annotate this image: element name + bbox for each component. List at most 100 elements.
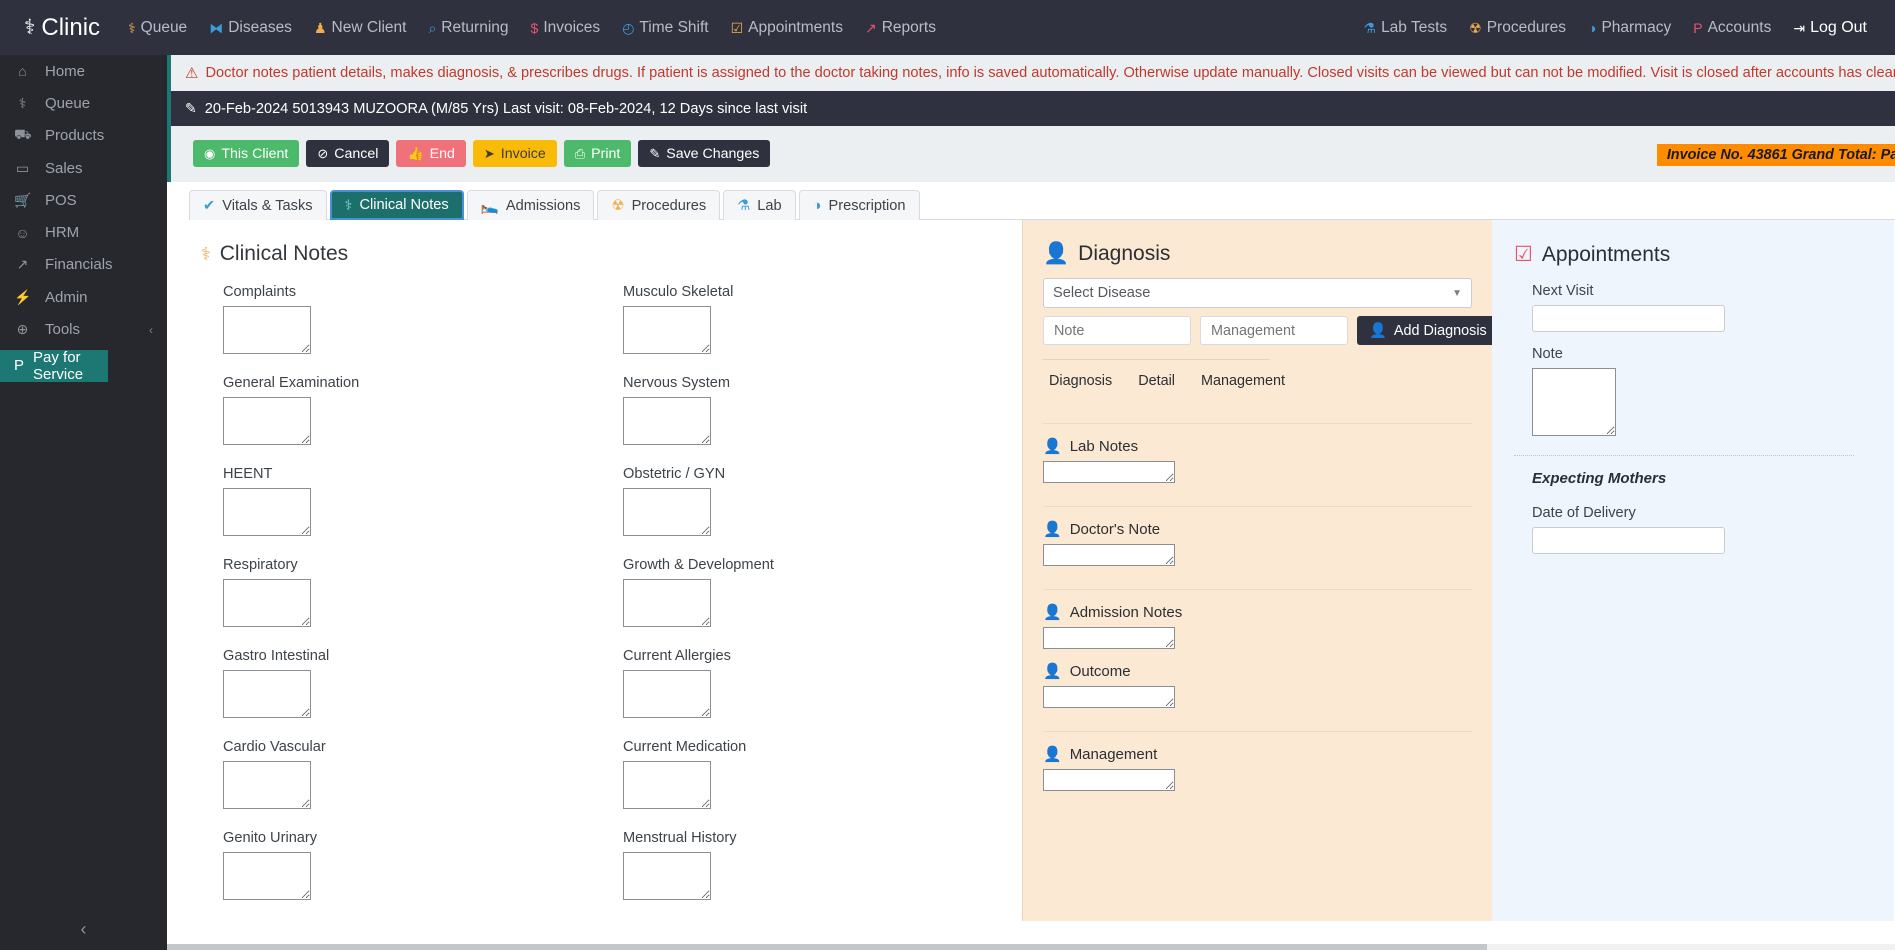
tab-content-panel: ⚕ Clinical Notes Complaints General Exam… (167, 220, 1895, 921)
menstrual-history-textarea[interactable] (623, 852, 711, 900)
nav-label: Pharmacy (1601, 18, 1672, 36)
musculo-skeletal-textarea[interactable] (623, 306, 711, 354)
user-check-icon: 👤 (1043, 242, 1070, 265)
nav-label: Time Shift (639, 18, 709, 36)
sidebar-item-queue[interactable]: ⚕ Queue (0, 87, 167, 119)
sidebar-collapse-toggle[interactable]: ‹ (0, 919, 167, 940)
nav-item-invoices[interactable]: $ Invoices (521, 13, 611, 43)
select-disease-dropdown[interactable]: Select Disease ▼ (1043, 278, 1472, 308)
tab-label: Prescription (828, 197, 906, 214)
this-client-button[interactable]: ◉ This Client (193, 140, 300, 167)
sidebar-item-label: Sales (45, 159, 83, 177)
outcome-block: 👤 Outcome (1043, 654, 1472, 713)
nav-item-diseases[interactable]: ⧓ Diseases (199, 13, 302, 43)
doctors-note-textarea[interactable] (1043, 544, 1175, 566)
diagnosis-title: 👤 Diagnosis (1043, 242, 1472, 266)
nav-item-appointments[interactable]: ☑ Appointments (721, 13, 853, 43)
nav-item-time-shift[interactable]: ◴ Time Shift (612, 13, 718, 43)
management-textarea[interactable] (1043, 769, 1175, 791)
current-medication-textarea[interactable] (623, 761, 711, 809)
horizontal-scrollbar[interactable] (167, 944, 1895, 950)
field-genito-urinary: Genito Urinary (223, 830, 589, 905)
nav-item-lab-tests[interactable]: ⚗ Lab Tests (1354, 13, 1458, 43)
nav-item-pharmacy[interactable]: ◑ Pharmacy (1578, 13, 1681, 43)
tab-vitals-tasks[interactable]: ✔ Vitals & Tasks (189, 190, 327, 220)
logout-button[interactable]: ⇥ Log Out (1783, 13, 1877, 43)
end-button[interactable]: 👍 End (396, 140, 466, 167)
column-header-detail: Detail (1138, 373, 1175, 389)
growth-development-textarea[interactable] (623, 579, 711, 627)
cardio-vascular-textarea[interactable] (223, 761, 311, 809)
tab-clinical-notes[interactable]: ⚕ Clinical Notes (329, 190, 464, 220)
stethoscope-icon: ⚕ (24, 16, 36, 39)
field-label: Obstetric / GYN (623, 466, 726, 482)
field-label: Respiratory (223, 557, 298, 573)
page-title: Clinical Notes (219, 242, 349, 265)
gastro-intestinal-textarea[interactable] (223, 670, 311, 718)
diagnosis-management-input[interactable] (1200, 316, 1348, 345)
field-nervous-system: Nervous System (623, 375, 989, 450)
genito-urinary-textarea[interactable] (223, 852, 311, 900)
field-current-allergies: Current Allergies (623, 648, 989, 723)
respiratory-textarea[interactable] (223, 579, 311, 627)
calendar-check-icon: ☑ (730, 19, 744, 36)
clock-icon: ◴ (622, 19, 635, 36)
field-label: Menstrual History (623, 830, 737, 846)
microscope-icon: ⚗ (1363, 19, 1377, 36)
sidebar-item-hrm[interactable]: ☺ HRM (0, 216, 167, 248)
add-diagnosis-button[interactable]: 👤 Add Diagnosis (1357, 316, 1499, 345)
edit-icon[interactable]: ✎ (185, 100, 197, 117)
tab-admissions[interactable]: 🛌 Admissions (466, 190, 595, 220)
nervous-system-textarea[interactable] (623, 397, 711, 445)
lab-notes-textarea[interactable] (1043, 461, 1175, 483)
nav-item-queue[interactable]: ⚕ Queue (118, 13, 197, 43)
sidebar-item-sales[interactable]: ▭ Sales (0, 152, 167, 184)
admission-notes-textarea[interactable] (1043, 627, 1175, 649)
clinical-notes-section: ⚕ Clinical Notes Complaints General Exam… (167, 220, 1022, 921)
heent-textarea[interactable] (223, 488, 311, 536)
scrollbar-thumb[interactable] (167, 944, 1487, 950)
tab-procedures[interactable]: ☢ Procedures (597, 190, 721, 220)
print-button[interactable]: ⎙ Print (563, 140, 632, 167)
field-label: Genito Urinary (223, 830, 318, 846)
obstetric-gyn-textarea[interactable] (623, 488, 711, 536)
cancel-button[interactable]: ⊘ Cancel (306, 140, 390, 167)
sidebar-item-pos[interactable]: 🛒 POS (0, 184, 167, 216)
current-allergies-textarea[interactable] (623, 670, 711, 718)
complaints-textarea[interactable] (223, 306, 311, 354)
nav-item-returning[interactable]: ⌕ Returning (418, 13, 518, 43)
outcome-textarea[interactable] (1043, 686, 1175, 708)
general-examination-textarea[interactable] (223, 397, 311, 445)
nav-item-new-client[interactable]: ♟ New Client (304, 13, 417, 43)
top-nav-left-group: ⚕ Queue ⧓ Diseases ♟ New Client ⌕ Returning … (118, 13, 946, 43)
pay-for-service-button[interactable]: P Pay for Service (0, 348, 108, 383)
nav-item-accounts[interactable]: P Accounts (1683, 13, 1781, 43)
top-navigation-bar: ⚕ Clinic ⚕ Queue ⧓ Diseases ♟ New Client ⌕ R… (0, 0, 1895, 55)
invoice-button[interactable]: ➤ Invoice (472, 140, 557, 167)
next-visit-input[interactable] (1532, 305, 1725, 332)
plus-circle-icon: ⊕ (16, 321, 29, 338)
save-changes-button[interactable]: ✎ Save Changes (638, 140, 771, 167)
radiation-icon: ☢ (1469, 19, 1482, 36)
field-complaints: Complaints (223, 284, 589, 359)
sidebar-item-admin[interactable]: ⚡ Admin (0, 281, 167, 313)
date-of-delivery-input[interactable] (1532, 527, 1725, 554)
chart-line-icon: ↗ (864, 19, 877, 36)
sidebar-item-financials[interactable]: ↗ Financials (0, 249, 167, 281)
paypal-icon: P (1693, 19, 1703, 36)
diagnosis-note-input[interactable] (1043, 316, 1191, 345)
sidebar-item-tools[interactable]: ⊕ Tools ‹ (0, 313, 167, 345)
stethoscope-icon: ⚕ (344, 197, 353, 214)
nav-item-procedures[interactable]: ☢ Procedures (1459, 13, 1576, 43)
sidebar-item-home[interactable]: ⌂ Home (0, 55, 167, 87)
sidebar-item-products[interactable]: ⛟ Products (0, 120, 167, 152)
next-visit-field: Next Visit (1532, 283, 1872, 332)
clinical-notes-right-column: Musculo Skeletal Nervous System Obstetri… (589, 284, 989, 921)
tab-prescription[interactable]: ◑ Prescription (798, 190, 920, 220)
app-brand[interactable]: ⚕ Clinic (0, 14, 118, 42)
field-current-medication: Current Medication (623, 739, 989, 814)
nav-item-reports[interactable]: ↗ Reports (855, 13, 946, 43)
tab-lab[interactable]: ⚗ Lab (723, 190, 796, 220)
pay-for-service-label: Pay for Service (33, 348, 84, 383)
appointment-note-textarea[interactable] (1532, 368, 1616, 436)
